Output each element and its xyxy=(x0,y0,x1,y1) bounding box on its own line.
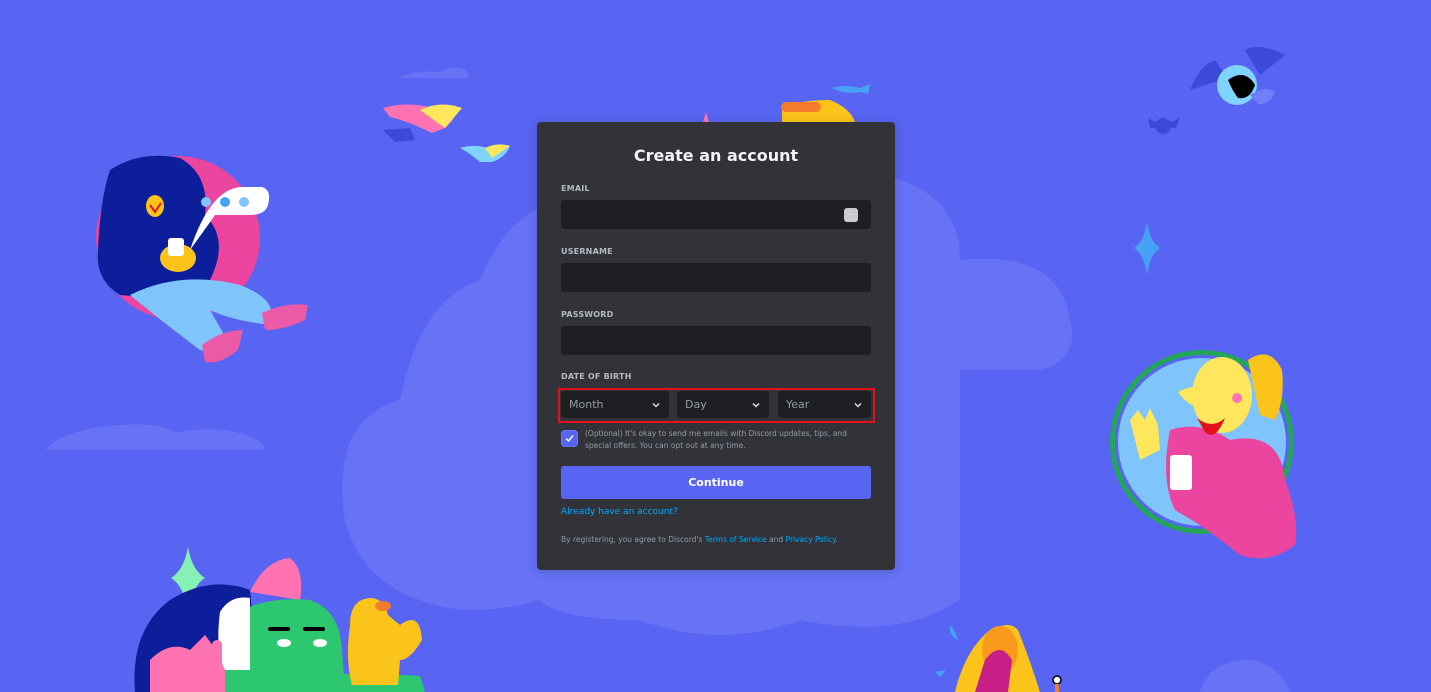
year-select-value: Year xyxy=(786,398,810,411)
legal-suffix: . xyxy=(835,535,838,544)
page-title: Create an account xyxy=(633,146,799,165)
marketing-opt-in-checkbox[interactable] xyxy=(561,430,578,447)
password-input[interactable] xyxy=(561,326,871,355)
chevron-down-icon xyxy=(854,402,862,408)
email-label: EMAIL xyxy=(561,184,590,193)
continue-button[interactable]: Continue xyxy=(561,466,871,499)
date-of-birth-label: DATE OF BIRTH xyxy=(561,372,632,381)
registration-card: Create an account EMAIL ··· USERNAME PAS… xyxy=(537,122,895,570)
month-select-value: Month xyxy=(569,398,604,411)
email-input[interactable] xyxy=(561,200,871,229)
username-label: USERNAME xyxy=(561,247,613,256)
year-select[interactable]: Year xyxy=(778,391,871,418)
legal-prefix: By registering, you agree to Discord's xyxy=(561,535,705,544)
terms-of-service-link[interactable]: Terms of Service xyxy=(705,535,767,544)
flying-books-illustration xyxy=(383,104,510,162)
day-select-value: Day xyxy=(685,398,707,411)
username-input[interactable] xyxy=(561,263,871,292)
already-have-account-link[interactable]: Already have an account? xyxy=(561,507,678,517)
sparkle-icon xyxy=(1134,222,1160,275)
legal-and: and xyxy=(766,535,786,544)
password-manager-icon[interactable]: ··· xyxy=(844,208,858,222)
marketing-opt-in-text: (Optional) It's okay to send me emails w… xyxy=(585,429,847,450)
day-select[interactable]: Day xyxy=(677,391,769,418)
legal-notice: By registering, you agree to Discord's T… xyxy=(561,535,838,544)
month-select[interactable]: Month xyxy=(561,391,669,418)
pizza-fish-illustration xyxy=(703,84,870,122)
megaphone-character-illustration xyxy=(935,625,1062,692)
chevron-down-icon xyxy=(752,402,760,408)
bat-creature-illustration xyxy=(1148,46,1285,134)
privacy-policy-link[interactable]: Privacy Policy xyxy=(785,535,835,544)
password-label: PASSWORD xyxy=(561,310,614,319)
checkmark-icon xyxy=(565,435,574,443)
waving-character-illustration xyxy=(1110,350,1297,559)
hoodie-character-illustration xyxy=(96,155,308,363)
chevron-down-icon xyxy=(652,402,660,408)
